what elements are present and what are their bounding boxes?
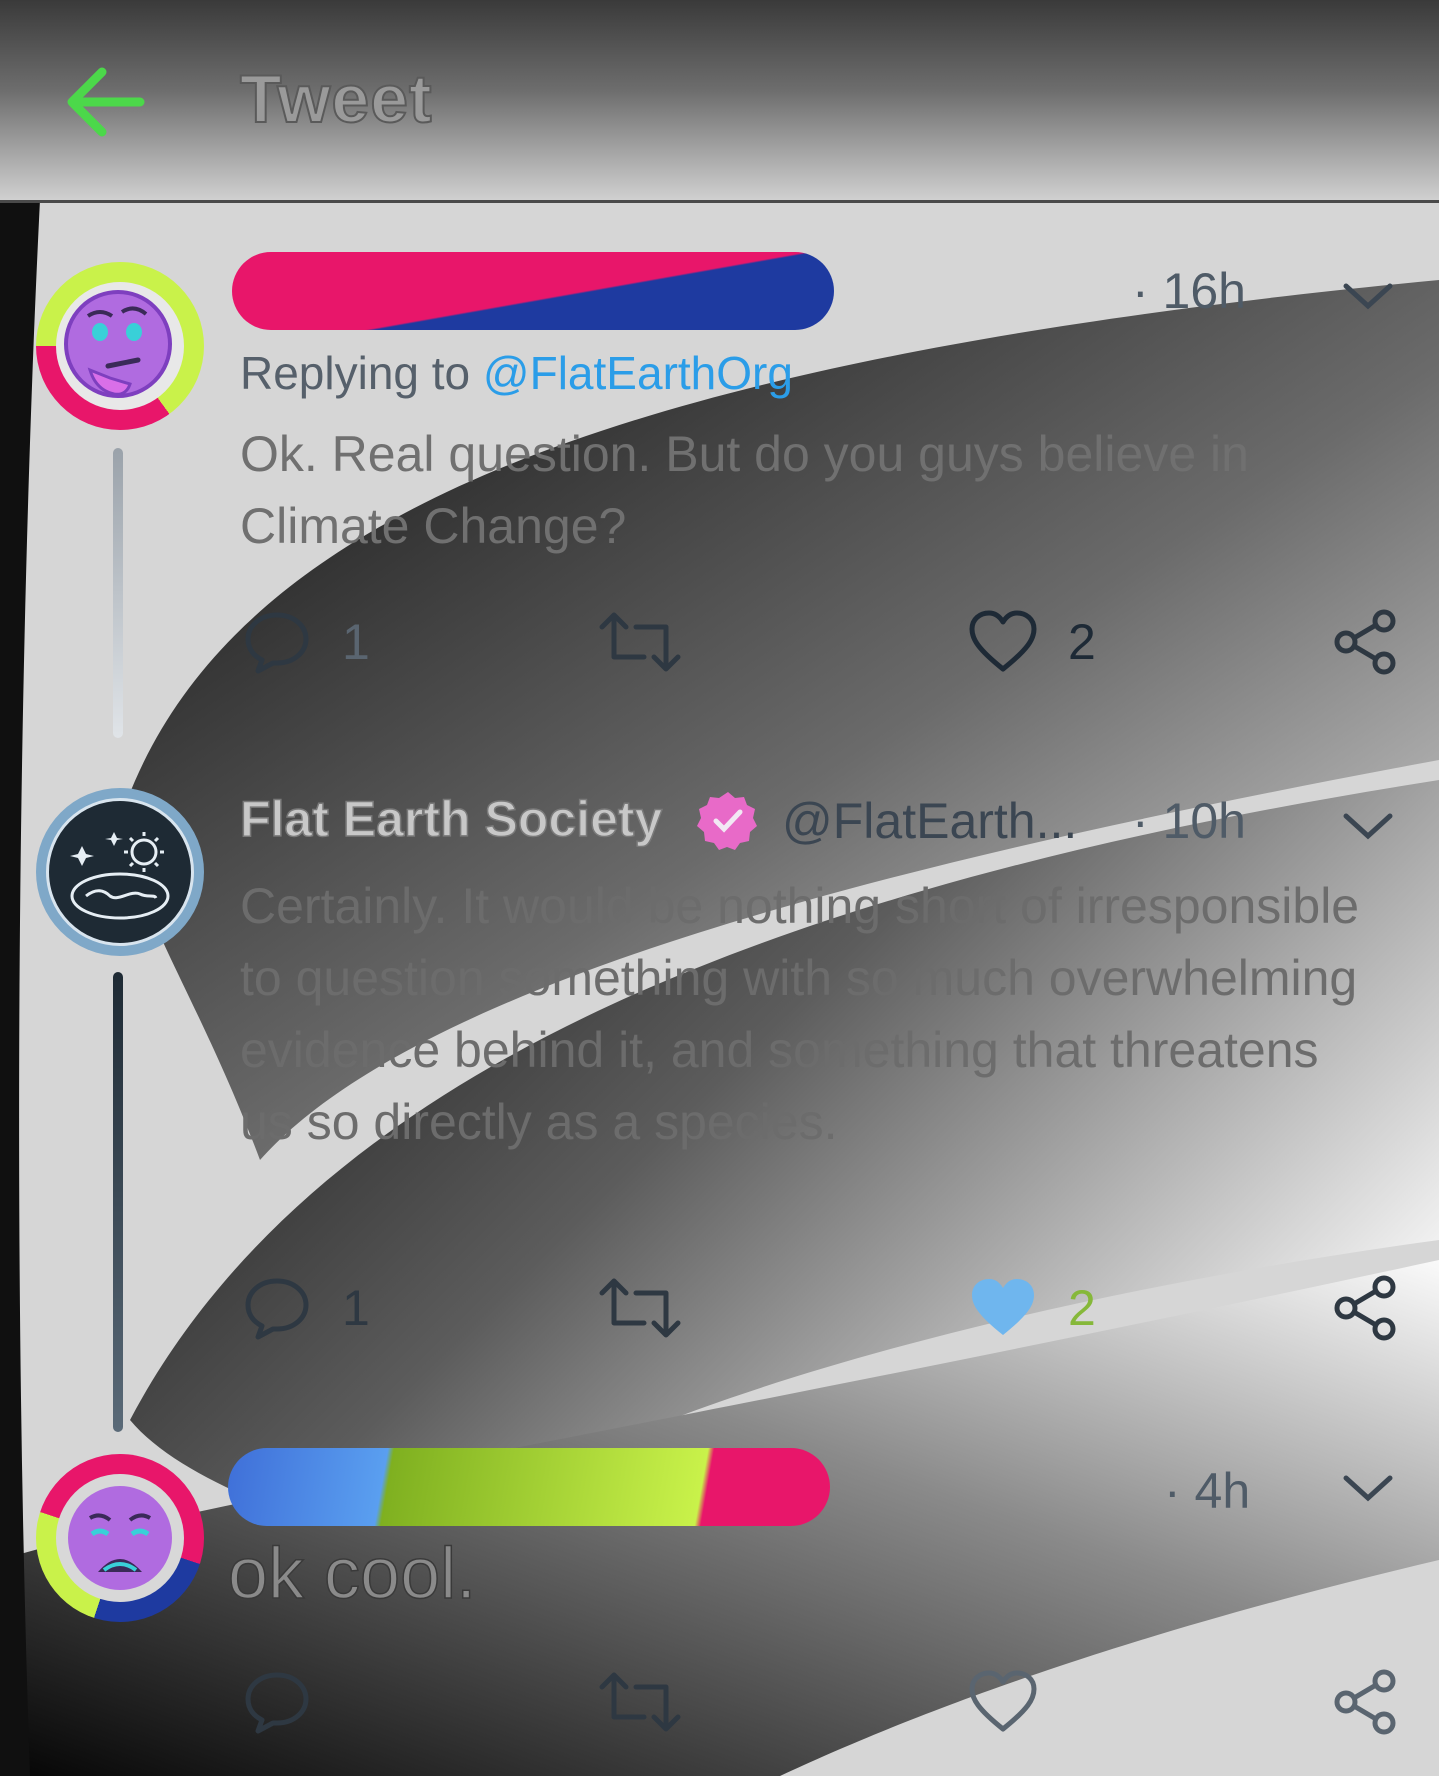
like-button-active[interactable]: 2 — [968, 1268, 1096, 1348]
page-title: Tweet — [239, 60, 433, 138]
tweet-text: Ok. Real question. But do you guys belie… — [240, 426, 1249, 554]
retweet-icon — [599, 1672, 681, 1732]
avatar-tweet-1[interactable] — [36, 262, 204, 430]
tweet-1: · 16h Replying to @FlatEarthOrg Ok. Real… — [0, 200, 1439, 740]
thread-connector — [113, 972, 123, 1432]
reply-icon — [245, 1278, 309, 1340]
retweet-button[interactable] — [598, 602, 682, 682]
back-button[interactable] — [58, 62, 148, 142]
reply-button[interactable] — [242, 1662, 312, 1742]
flat-earth-logo — [70, 832, 170, 920]
chevron-down-icon[interactable] — [1340, 808, 1396, 844]
retweet-button[interactable] — [598, 1662, 682, 1742]
anguished-face-emoji — [68, 1486, 172, 1590]
tweet-text: Certainly. It would be nothing short of … — [240, 878, 1360, 1150]
arrow-left-icon — [67, 67, 145, 137]
share-button[interactable] — [1330, 1268, 1400, 1348]
share-icon — [1334, 609, 1396, 675]
retweet-icon — [599, 1278, 681, 1338]
redacted-username — [228, 1448, 830, 1526]
retweet-button[interactable] — [598, 1268, 682, 1348]
user-name[interactable]: Flat Earth Society — [239, 790, 663, 848]
reply-button[interactable]: 1 — [242, 602, 370, 682]
heart-icon — [969, 1670, 1037, 1732]
like-count: 2 — [1068, 1280, 1096, 1336]
heart-icon — [969, 610, 1037, 672]
mention-link[interactable]: @FlatEarthOrg — [483, 347, 793, 399]
like-button[interactable]: 2 — [968, 602, 1096, 682]
tweet-time[interactable]: · 16h — [1132, 262, 1246, 320]
reply-count: 1 — [342, 614, 370, 670]
share-button[interactable] — [1330, 1662, 1400, 1742]
verified-badge-icon — [697, 792, 757, 850]
top-app-bar: Tweet — [0, 0, 1439, 203]
reply-count: 1 — [342, 1280, 370, 1336]
tweet-time[interactable]: · 4h — [1164, 1462, 1250, 1520]
thread-connector — [113, 448, 123, 738]
chevron-down-icon[interactable] — [1340, 1470, 1396, 1506]
tweet-3: · 4h ok cool. — [0, 1430, 1439, 1776]
redacted-username — [232, 252, 834, 330]
chevron-down-icon[interactable] — [1340, 278, 1396, 314]
reply-icon — [245, 612, 309, 674]
user-handle[interactable]: @FlatEarth... — [782, 792, 1077, 850]
like-button[interactable] — [968, 1662, 1038, 1742]
thinking-face-emoji — [64, 290, 172, 398]
share-button[interactable] — [1330, 602, 1400, 682]
reply-icon — [245, 1672, 309, 1734]
avatar-tweet-3[interactable] — [36, 1454, 204, 1622]
tweet-2: Flat Earth Society @FlatEarth... · 10h C… — [0, 760, 1439, 1432]
like-count: 2 — [1068, 614, 1096, 670]
tweet-text: ok cool. — [227, 1534, 477, 1614]
avatar-tweet-2[interactable] — [36, 788, 204, 956]
share-icon — [1334, 1669, 1396, 1735]
share-icon — [1334, 1275, 1396, 1341]
retweet-icon — [599, 612, 681, 672]
replying-to: Replying to @FlatEarthOrg — [240, 346, 793, 400]
heart-filled-icon — [972, 1279, 1034, 1335]
replying-prefix: Replying to — [240, 347, 471, 399]
reply-button[interactable]: 1 — [242, 1268, 370, 1348]
tweet-time[interactable]: · 10h — [1132, 792, 1246, 850]
